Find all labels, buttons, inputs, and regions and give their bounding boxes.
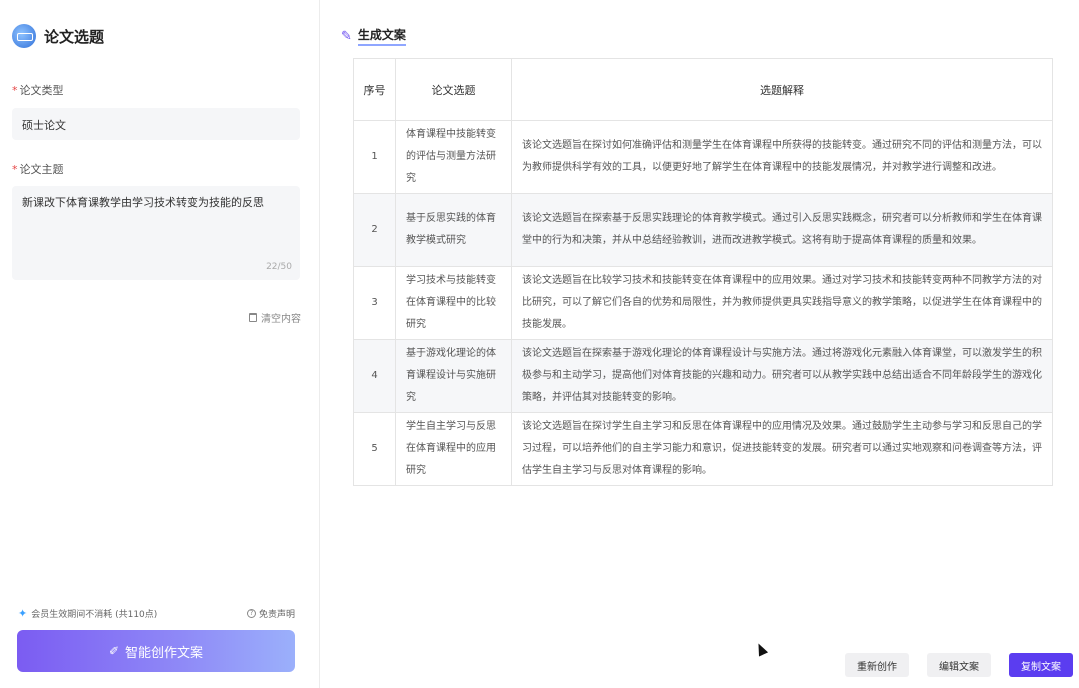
topic-label-text: 论文主题: [19, 163, 64, 176]
col-header-index: 序号: [353, 58, 396, 121]
row-desc: 该论文选题旨在探索基于反思实践理论的体育教学模式。通过引入反思实践概念，研究者可…: [511, 193, 1053, 267]
topic-label: * 论文主题: [12, 161, 64, 177]
row-desc: 该论文选题旨在探索基于游戏化理论的体育课程设计与实施方法。通过将游戏化元素融入体…: [511, 339, 1053, 413]
row-topic: 学生自主学习与反思在体育课程中的应用研究: [395, 412, 512, 486]
trash-icon: [249, 313, 257, 322]
row-index: 1: [353, 120, 396, 194]
result-table: 序号 论文选题 选题解释 1 体育课程中技能转变的评估与测量方法研究 该论文选题…: [353, 58, 1053, 486]
disclaimer-text: 免责声明: [258, 610, 295, 620]
member-note: ✦ 会员生效期间不消耗 (共110点): [18, 607, 157, 620]
row-desc: 该论文选题旨在比较学习技术和技能转变在体育课程中的应用效果。通过对学习技术和技能…: [511, 266, 1053, 340]
row-index: 3: [353, 266, 396, 340]
app-title: 论文选题: [44, 27, 105, 46]
row-index: 5: [353, 412, 396, 486]
edit-icon: ✎: [341, 28, 352, 44]
table-row: 2 基于反思实践的体育教学模式研究 该论文选题旨在探索基于反思实践理论的体育教学…: [353, 193, 1053, 267]
required-mark: *: [12, 84, 18, 97]
table-row: 3 学习技术与技能转变在体育课程中的比较研究 该论文选题旨在比较学习技术和技能转…: [353, 266, 1053, 340]
result-title-text: 生成文案: [357, 26, 406, 46]
bottom-actions: 重新创作 编辑文案 复制文案: [845, 653, 1073, 677]
smart-create-button[interactable]: ✐ 智能创作文案: [17, 630, 295, 672]
result-title: ✎ 生成文案: [341, 26, 406, 46]
row-desc: 该论文选题旨在探讨学生自主学习和反思在体育课程中的应用情况及效果。通过鼓励学生主…: [511, 412, 1053, 486]
copy-button[interactable]: 复制文案: [1009, 653, 1073, 677]
right-panel: ✎ 生成文案 序号 论文选题 选题解释 1 体育课程中技能转变的评估与测量方法研…: [321, 0, 1079, 688]
char-counter: 22/50: [266, 262, 292, 272]
row-topic: 基于游戏化理论的体育课程设计与实施研究: [395, 339, 512, 413]
create-button-label: 智能创作文案: [125, 645, 204, 661]
left-panel: 论文选题 * 论文类型 硕士论文 * 论文主题 新课改下体育课教学由学习技术转变为技…: [0, 0, 320, 688]
row-topic: 学习技术与技能转变在体育课程中的比较研究: [395, 266, 512, 340]
topic-text: 新课改下体育课教学由学习技术转变为技能的反思: [22, 196, 264, 209]
row-topic: 基于反思实践的体育教学模式研究: [395, 193, 512, 267]
regenerate-button[interactable]: 重新创作: [845, 653, 909, 677]
col-header-desc: 选题解释: [511, 58, 1053, 121]
row-index: 4: [353, 339, 396, 413]
edit-copy-button[interactable]: 编辑文案: [927, 653, 991, 677]
sparkle-icon: ✦: [18, 607, 28, 620]
paper-type-select[interactable]: 硕士论文: [12, 108, 300, 140]
pen-icon: ✐: [108, 644, 120, 658]
app-header: 论文选题: [12, 24, 104, 48]
table-row: 5 学生自主学习与反思在体育课程中的应用研究 该论文选题旨在探讨学生自主学习和反…: [353, 412, 1053, 486]
required-mark: *: [12, 163, 18, 176]
clear-content-button[interactable]: 清空内容: [249, 310, 301, 325]
app-logo-icon: [12, 24, 36, 48]
col-header-topic: 论文选题: [395, 58, 512, 121]
info-icon: ?: [246, 609, 256, 618]
type-label: * 论文类型: [12, 82, 64, 98]
row-desc: 该论文选题旨在探讨如何准确评估和测量学生在体育课程中所获得的技能转变。通过研究不…: [511, 120, 1053, 194]
clear-label: 清空内容: [261, 314, 301, 325]
row-topic: 体育课程中技能转变的评估与测量方法研究: [395, 120, 512, 194]
table-row: 4 基于游戏化理论的体育课程设计与实施研究 该论文选题旨在探索基于游戏化理论的体…: [353, 339, 1053, 413]
disclaimer-link[interactable]: ? 免责声明: [246, 607, 295, 620]
row-index: 2: [353, 193, 396, 267]
type-label-text: 论文类型: [19, 84, 64, 97]
member-note-text: 会员生效期间不消耗 (共110点): [31, 610, 158, 620]
topic-textarea[interactable]: 新课改下体育课教学由学习技术转变为技能的反思 22/50: [12, 186, 300, 280]
table-row: 1 体育课程中技能转变的评估与测量方法研究 该论文选题旨在探讨如何准确评估和测量…: [353, 120, 1053, 194]
